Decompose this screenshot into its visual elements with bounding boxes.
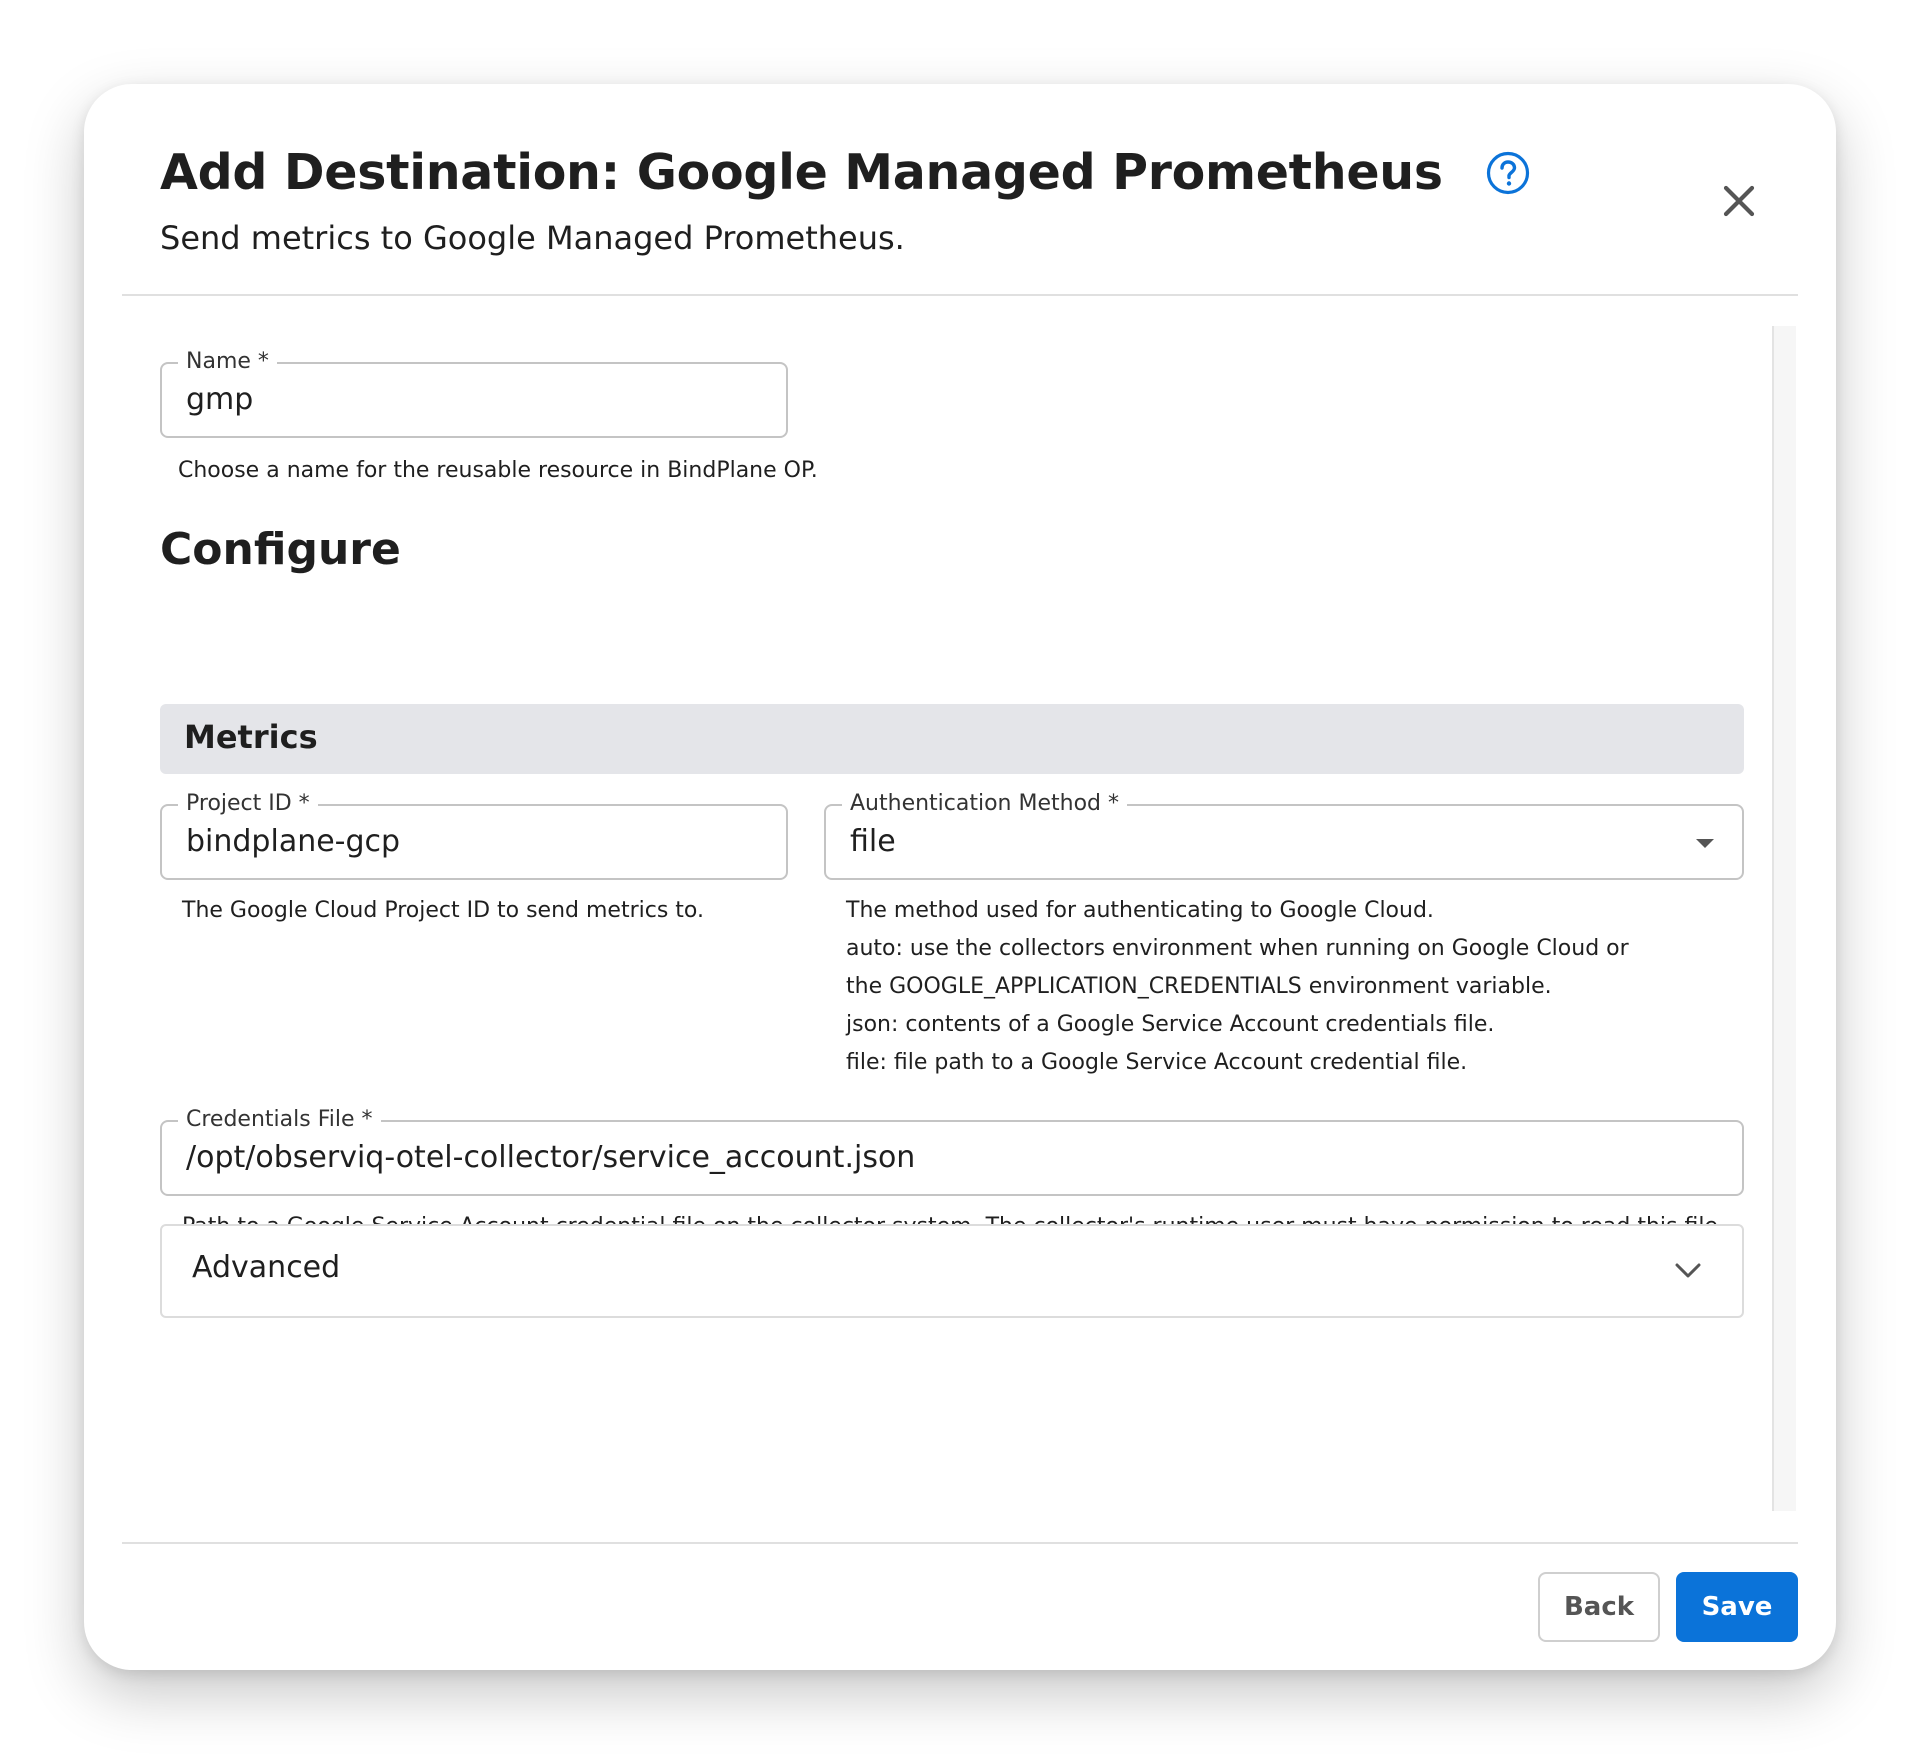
advanced-label: Advanced [192, 1250, 341, 1285]
auth-method-helper-5: file: file path to a Google Service Acco… [846, 1050, 1468, 1075]
name-field[interactable]: Name * gmp [160, 349, 788, 438]
auth-method-helper-4: json: contents of a Google Service Accou… [846, 1012, 1495, 1037]
project-id-label: Project ID * [178, 791, 318, 817]
advanced-accordion[interactable]: Advanced [160, 1224, 1744, 1318]
help-circle-icon[interactable] [1485, 150, 1531, 196]
scrollbar[interactable] [1772, 326, 1796, 1511]
metrics-section-header: Metrics [160, 704, 1744, 774]
auth-method-select[interactable]: Authentication Method * file [824, 791, 1744, 880]
dialog-subtitle: Send metrics to Google Managed Prometheu… [160, 219, 905, 257]
name-field-label: Name * [178, 349, 277, 375]
dialog-body: Name * gmp Choose a name for the reusabl… [160, 326, 1744, 1511]
auth-method-value[interactable]: file [850, 822, 896, 862]
header-divider [122, 294, 1798, 296]
add-destination-dialog: Add Destination: Google Managed Promethe… [84, 84, 1836, 1670]
dialog-header: Add Destination: Google Managed Promethe… [160, 144, 1760, 294]
chevron-down-icon[interactable] [1674, 1262, 1702, 1280]
dialog-title: Add Destination: Google Managed Promethe… [160, 144, 1443, 201]
close-icon[interactable] [1718, 180, 1760, 222]
back-button[interactable]: Back [1538, 1572, 1660, 1642]
project-id-helper: The Google Cloud Project ID to send metr… [182, 898, 704, 923]
credentials-file-field[interactable]: Credentials File * /opt/observiq-otel-co… [160, 1107, 1744, 1196]
name-field-helper: Choose a name for the reusable resource … [178, 458, 818, 483]
credentials-file-label: Credentials File * [178, 1107, 381, 1133]
title-row: Add Destination: Google Managed Promethe… [160, 144, 1760, 201]
footer-divider [122, 1542, 1798, 1544]
project-id-field[interactable]: Project ID * bindplane-gcp [160, 791, 788, 880]
configure-title: Configure [160, 524, 401, 575]
auth-method-helper-3: the GOOGLE_APPLICATION_CREDENTIALS envir… [846, 974, 1552, 999]
auth-method-helper-2: auto: use the collectors environment whe… [846, 936, 1629, 961]
project-id-value[interactable]: bindplane-gcp [186, 822, 400, 862]
credentials-file-value[interactable]: /opt/observiq-otel-collector/service_acc… [186, 1138, 915, 1178]
auth-method-label: Authentication Method * [842, 791, 1127, 817]
metrics-section-title: Metrics [184, 718, 318, 756]
name-field-value[interactable]: gmp [186, 380, 253, 420]
auth-method-helper-1: The method used for authenticating to Go… [846, 898, 1434, 923]
save-button[interactable]: Save [1676, 1572, 1798, 1642]
dropdown-arrow-icon[interactable] [1694, 836, 1716, 850]
